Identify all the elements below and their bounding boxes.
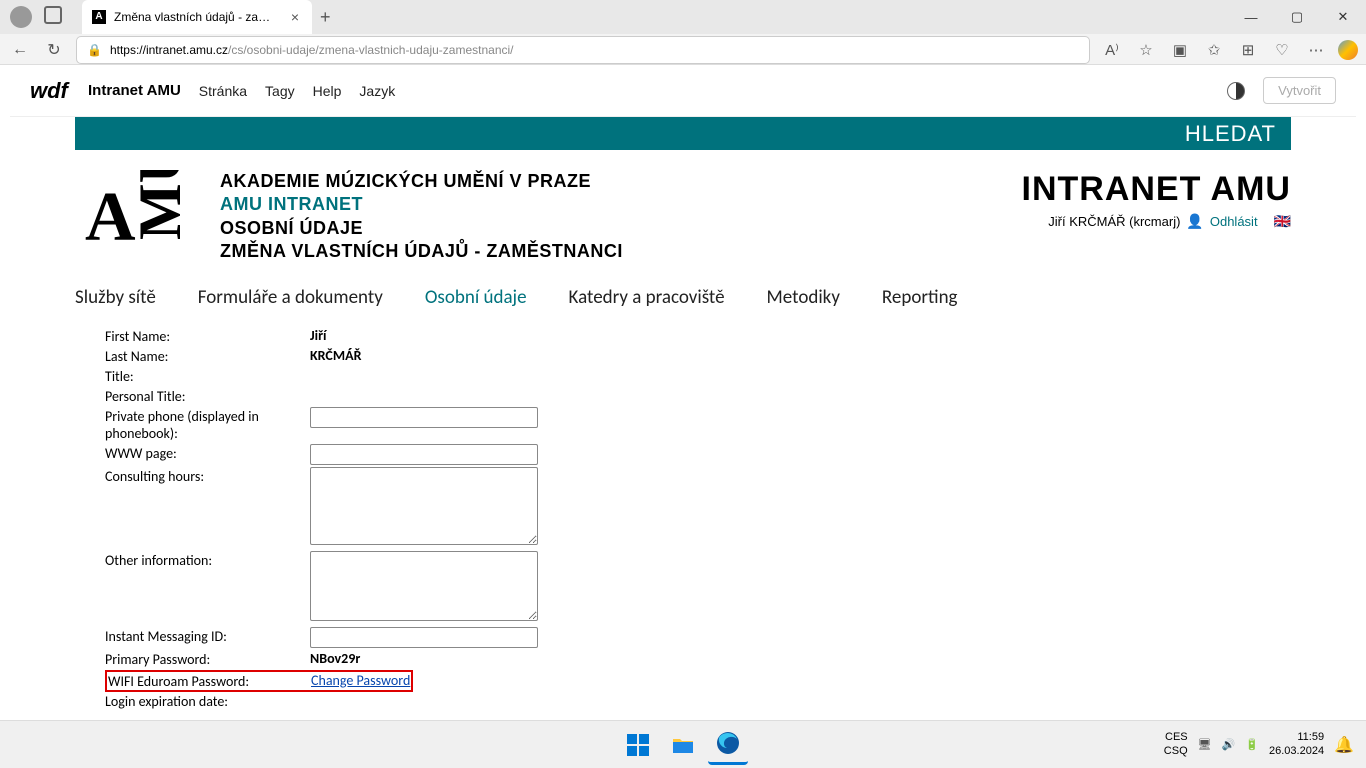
label-last-name: Last Name: <box>105 347 310 365</box>
new-tab-button[interactable]: + <box>320 7 331 28</box>
url-path: /cs/osobni-udaje/zmena-vlastnich-udaju-z… <box>228 43 513 57</box>
tab-title: Změna vlastních údajů - zaměstn <box>114 10 280 24</box>
breadcrumb-2[interactable]: AMU INTRANET <box>220 193 623 216</box>
close-button[interactable]: ✕ <box>1320 0 1366 34</box>
tab-favicon-icon: A <box>92 10 106 24</box>
label-title: Title: <box>105 367 310 385</box>
cms-menu-lang[interactable]: Jazyk <box>359 83 395 99</box>
url-box[interactable]: 🔒 https://intranet.amu.cz/cs/osobni-udaj… <box>76 36 1090 64</box>
label-im: Instant Messaging ID: <box>105 627 310 645</box>
nav-methodology[interactable]: Metodiky <box>767 286 840 309</box>
maximize-button[interactable]: ▢ <box>1274 0 1320 34</box>
minimize-button[interactable]: — <box>1228 0 1274 34</box>
refresh-button[interactable]: ↻ <box>42 38 66 62</box>
cms-site-title[interactable]: Intranet AMU <box>88 82 181 99</box>
label-primary-pwd: Primary Password: <box>105 650 310 668</box>
tray-monitor-icon[interactable]: 🖥 <box>1198 738 1212 751</box>
label-personal-title: Personal Title: <box>105 387 310 405</box>
favorites-bar-icon[interactable]: ✩ <box>1202 38 1226 62</box>
start-button[interactable] <box>618 725 658 765</box>
logout-link[interactable]: Odhlásit <box>1210 214 1258 229</box>
copilot-icon[interactable] <box>1338 40 1358 60</box>
label-login-exp: Login expiration date: <box>105 692 310 710</box>
read-aloud-icon[interactable]: A⁾ <box>1100 38 1124 62</box>
main-nav: Služby sítě Formuláře a dokumenty Osobní… <box>75 274 1291 327</box>
nav-personal[interactable]: Osobní údaje <box>425 286 527 309</box>
nav-services[interactable]: Služby sítě <box>75 286 156 309</box>
lock-icon: 🔒 <box>87 43 102 57</box>
cms-logo[interactable]: wdf <box>30 78 70 104</box>
browser-tab[interactable]: A Změna vlastních údajů - zaměstn × <box>82 0 312 34</box>
tab-overview-icon[interactable] <box>44 6 62 24</box>
file-explorer-icon[interactable] <box>663 725 703 765</box>
page-content: wdf Intranet AMU Stránka Tagy Help Jazyk… <box>10 65 1356 713</box>
performance-icon[interactable]: ♡ <box>1270 38 1294 62</box>
clock[interactable]: 11:59 26.03.2024 <box>1269 731 1324 757</box>
svg-text:MU: MU <box>127 170 193 240</box>
brand-row: AMU AKADEMIE MÚZICKÝCH UMĚNÍ V PRAZE AMU… <box>75 150 1291 274</box>
input-im[interactable] <box>310 627 538 648</box>
create-button[interactable]: Vytvořit <box>1263 77 1336 104</box>
nav-forms[interactable]: Formuláře a dokumenty <box>198 286 383 309</box>
user-icon: 👤 <box>1186 213 1203 230</box>
amu-logo[interactable]: AMU <box>85 170 205 250</box>
cms-admin-bar: wdf Intranet AMU Stránka Tagy Help Jazyk… <box>10 65 1356 117</box>
tray-battery-icon[interactable]: 🔋 <box>1245 738 1259 751</box>
current-user: Jiří KRČMÁŘ (krcmarj) <box>1048 214 1180 229</box>
browser-chrome: A Změna vlastních údajů - zaměstn × + — … <box>0 0 1366 65</box>
profile-avatar-icon[interactable] <box>10 6 32 28</box>
label-first-name: First Name: <box>105 327 310 345</box>
tab-close-icon[interactable]: × <box>288 10 302 24</box>
input-private-phone[interactable] <box>310 407 538 428</box>
change-password-link[interactable]: Change Password <box>311 672 410 689</box>
nav-departments[interactable]: Katedry a pracoviště <box>569 286 725 309</box>
split-screen-icon[interactable]: ▣ <box>1168 38 1192 62</box>
personal-form: First Name: Jiří Last Name: KRČMÁŘ Title… <box>75 327 1291 710</box>
theme-toggle-icon[interactable] <box>1227 82 1245 100</box>
favorite-icon[interactable]: ☆ <box>1134 38 1158 62</box>
cms-menu-help[interactable]: Help <box>313 83 342 99</box>
language-flag-icon[interactable]: 🇬🇧 <box>1274 213 1291 230</box>
taskbar: CES CSQ 🖥 🔊 🔋 11:59 26.03.2024 🔔 <box>0 720 1366 768</box>
url-host: https://intranet.amu.cz <box>110 43 228 57</box>
value-primary-pwd: NBov29r <box>310 650 360 667</box>
label-private-phone: Private phone (displayed in phonebook): <box>105 407 310 442</box>
tray-sound-icon[interactable]: 🔊 <box>1222 738 1236 751</box>
search-label: HLEDAT <box>1185 121 1276 147</box>
label-other-info: Other information: <box>105 551 310 569</box>
textarea-other-info[interactable] <box>310 551 538 621</box>
label-wifi-pwd: WIFI Eduroam Password: <box>108 672 311 690</box>
tab-bar: A Změna vlastních údajů - zaměstn × + — … <box>0 0 1366 34</box>
breadcrumb-1[interactable]: AKADEMIE MÚZICKÝCH UMĚNÍ V PRAZE <box>220 170 623 193</box>
value-last-name: KRČMÁŘ <box>310 347 361 364</box>
page-title: INTRANET AMU <box>1022 170 1292 209</box>
textarea-consulting[interactable] <box>310 467 538 545</box>
breadcrumb-4[interactable]: ZMĚNA VLASTNÍCH ÚDAJŮ - ZAMĚSTNANCI <box>220 240 623 263</box>
value-first-name: Jiří <box>310 327 327 344</box>
nav-reporting[interactable]: Reporting <box>882 286 958 309</box>
cms-menu-tags[interactable]: Tagy <box>265 83 295 99</box>
label-www: WWW page: <box>105 444 310 462</box>
input-www[interactable] <box>310 444 538 465</box>
back-button[interactable]: ← <box>8 38 32 62</box>
edge-icon[interactable] <box>708 725 748 765</box>
collections-icon[interactable]: ⊞ <box>1236 38 1260 62</box>
eduroam-highlight: WIFI Eduroam Password: Change Password <box>105 670 413 692</box>
breadcrumb: AKADEMIE MÚZICKÝCH UMĚNÍ V PRAZE AMU INT… <box>220 170 623 264</box>
more-icon[interactable]: ⋯ <box>1304 38 1328 62</box>
breadcrumb-3[interactable]: OSOBNÍ ÚDAJE <box>220 217 623 240</box>
notification-icon[interactable]: 🔔 <box>1334 735 1354 755</box>
label-consulting: Consulting hours: <box>105 467 310 485</box>
cms-menu-page[interactable]: Stránka <box>199 83 247 99</box>
search-banner[interactable]: HLEDAT <box>75 117 1291 150</box>
keyboard-language[interactable]: CES CSQ <box>1164 731 1188 757</box>
address-bar-row: ← ↻ 🔒 https://intranet.amu.cz/cs/osobni-… <box>0 34 1366 65</box>
